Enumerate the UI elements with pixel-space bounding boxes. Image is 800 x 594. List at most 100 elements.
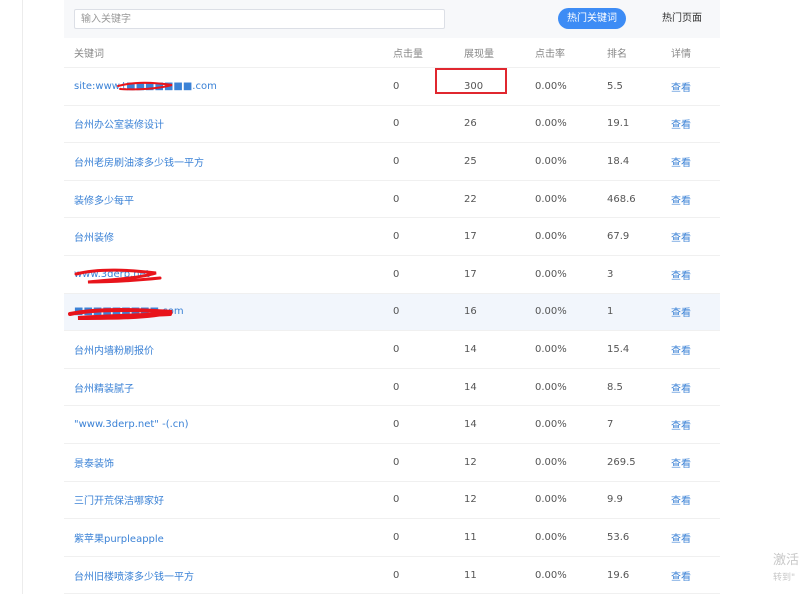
ctr-cell: 0.00% (535, 231, 567, 243)
clicks-cell: 0 (393, 494, 400, 506)
table-row: 紫苹果purpleapple 0 11 0.00% 53.6 查看 (64, 519, 720, 557)
rank-cell: 468.6 (607, 193, 636, 205)
detail-link[interactable]: 查看 (671, 68, 691, 105)
rank-cell: 19.6 (607, 569, 630, 581)
page-divider (22, 0, 23, 594)
keyword-link[interactable]: 三门开荒保洁哪家好 (74, 482, 164, 519)
tab-hot-keywords[interactable]: 热门关键词 (558, 8, 626, 29)
impressions-cell: 12 (464, 494, 477, 506)
table-row: ■■■■■■■■■.com 0 16 0.00% 1 查看 (64, 293, 720, 332)
clicks-cell: 0 (393, 268, 400, 280)
keyword-link[interactable]: 台州内墙粉刷报价 (74, 331, 154, 368)
keyword-link[interactable]: 台州旧楼喷漆多少钱一平方 (74, 557, 194, 594)
detail-link[interactable]: 查看 (671, 557, 691, 594)
rank-cell: 7 (607, 419, 614, 431)
table-row: site:www.t■■■■■■■.com 0 300 0.00% 5.5 查看 (64, 68, 720, 106)
ctr-cell: 0.00% (535, 531, 567, 543)
ctr-cell: 0.00% (535, 80, 567, 92)
clicks-cell: 0 (393, 381, 400, 393)
table-row: 台州旧楼喷漆多少钱一平方 0 11 0.00% 19.6 查看 (64, 557, 720, 594)
detail-link[interactable]: 查看 (671, 181, 691, 218)
detail-link[interactable]: 查看 (671, 406, 691, 443)
table-row: 台州内墙粉刷报价 0 14 0.00% 15.4 查看 (64, 331, 720, 369)
detail-link[interactable]: 查看 (671, 143, 691, 180)
table-row: 台州装修 0 17 0.00% 67.9 查看 (64, 218, 720, 256)
keyword-link[interactable]: 紫苹果purpleapple (74, 519, 164, 556)
keyword-link[interactable]: 台州装修 (74, 218, 114, 255)
detail-link[interactable]: 查看 (671, 218, 691, 255)
keyword-link[interactable]: site:www.t■■■■■■■.com (74, 68, 217, 105)
impressions-cell: 11 (464, 531, 477, 543)
watermark-line1: 激活 (773, 553, 800, 568)
keyword-link[interactable]: 台州老房刷油漆多少钱一平方 (74, 143, 204, 180)
impressions-cell: 14 (464, 381, 477, 393)
table-row: 装修多少每平 0 22 0.00% 468.6 查看 (64, 181, 720, 219)
tab-hot-pages[interactable]: 热门页面 (652, 8, 712, 29)
detail-link[interactable]: 查看 (671, 294, 691, 331)
rank-cell: 9.9 (607, 494, 623, 506)
detail-link[interactable]: 查看 (671, 369, 691, 406)
ctr-cell: 0.00% (535, 494, 567, 506)
rank-cell: 67.9 (607, 231, 630, 243)
search-input[interactable] (74, 9, 445, 29)
detail-link[interactable]: 查看 (671, 331, 691, 368)
column-header-rank: 排名 (607, 49, 627, 60)
ctr-cell: 0.00% (535, 118, 567, 130)
clicks-cell: 0 (393, 231, 400, 243)
ctr-cell: 0.00% (535, 306, 567, 318)
rank-cell: 269.5 (607, 456, 636, 468)
ctr-cell: 0.00% (535, 268, 567, 280)
column-header-clicks: 点击量 (393, 49, 423, 60)
rank-cell: 15.4 (607, 343, 630, 355)
rank-cell: 8.5 (607, 381, 623, 393)
table-row: "www.3derp.net" -(.cn) 0 14 0.00% 7 查看 (64, 406, 720, 444)
column-header-ctr: 点击率 (535, 49, 565, 60)
rank-cell: 53.6 (607, 531, 630, 543)
impressions-cell: 14 (464, 343, 477, 355)
table-row: 台州办公室装修设计 0 26 0.00% 19.1 查看 (64, 106, 720, 144)
keyword-panel: 热门关键词 热门页面 关键词 点击量 展现量 点击率 排名 详情 site:ww… (64, 0, 720, 594)
clicks-cell: 0 (393, 456, 400, 468)
keyword-link[interactable]: "www.3derp.net" -(.cn) (74, 406, 189, 443)
detail-link[interactable]: 查看 (671, 106, 691, 143)
clicks-cell: 0 (393, 155, 400, 167)
detail-link[interactable]: 查看 (671, 444, 691, 481)
impressions-cell: 17 (464, 268, 477, 280)
ctr-cell: 0.00% (535, 343, 567, 355)
clicks-cell: 0 (393, 419, 400, 431)
impressions-cell: 14 (464, 419, 477, 431)
keyword-link[interactable]: 台州办公室装修设计 (74, 106, 164, 143)
column-header-detail: 详情 (671, 49, 691, 60)
keyword-link[interactable]: 景泰装饰 (74, 444, 114, 481)
keyword-link[interactable]: www.3derp.net (74, 256, 150, 293)
keyword-link[interactable]: ■■■■■■■■■.com (74, 294, 184, 331)
impressions-cell: 17 (464, 231, 477, 243)
keyword-table: 关键词 点击量 展现量 点击率 排名 详情 site:www.t■■■■■■■.… (64, 38, 720, 594)
activation-watermark: 激活 转到" (773, 549, 799, 583)
table-row: 台州精装腻子 0 14 0.00% 8.5 查看 (64, 369, 720, 407)
impressions-cell: 300 (464, 80, 484, 92)
ctr-cell: 0.00% (535, 456, 567, 468)
detail-link[interactable]: 查看 (671, 519, 691, 556)
table-row: 景泰装饰 0 12 0.00% 269.5 查看 (64, 444, 720, 482)
clicks-cell: 0 (393, 531, 400, 543)
detail-link[interactable]: 查看 (671, 482, 691, 519)
rank-cell: 5.5 (607, 80, 623, 92)
impressions-cell: 22 (464, 193, 477, 205)
keyword-link[interactable]: 装修多少每平 (74, 181, 134, 218)
rank-cell: 19.1 (607, 118, 630, 130)
column-header-impressions: 展现量 (464, 49, 494, 60)
detail-link[interactable]: 查看 (671, 256, 691, 293)
ctr-cell: 0.00% (535, 569, 567, 581)
rank-cell: 3 (607, 268, 614, 280)
clicks-cell: 0 (393, 306, 400, 318)
clicks-cell: 0 (393, 118, 400, 130)
table-body: site:www.t■■■■■■■.com 0 300 0.00% 5.5 查看 台州办公室… (64, 68, 720, 594)
impressions-cell: 25 (464, 155, 477, 167)
column-header-keyword: 关键词 (74, 49, 104, 60)
keyword-link[interactable]: 台州精装腻子 (74, 369, 134, 406)
impressions-cell: 11 (464, 569, 477, 581)
table-row: www.3derp.net 0 17 0.00% 3 查看 (64, 256, 720, 294)
table-row: 台州老房刷油漆多少钱一平方 0 25 0.00% 18.4 查看 (64, 143, 720, 181)
ctr-cell: 0.00% (535, 381, 567, 393)
